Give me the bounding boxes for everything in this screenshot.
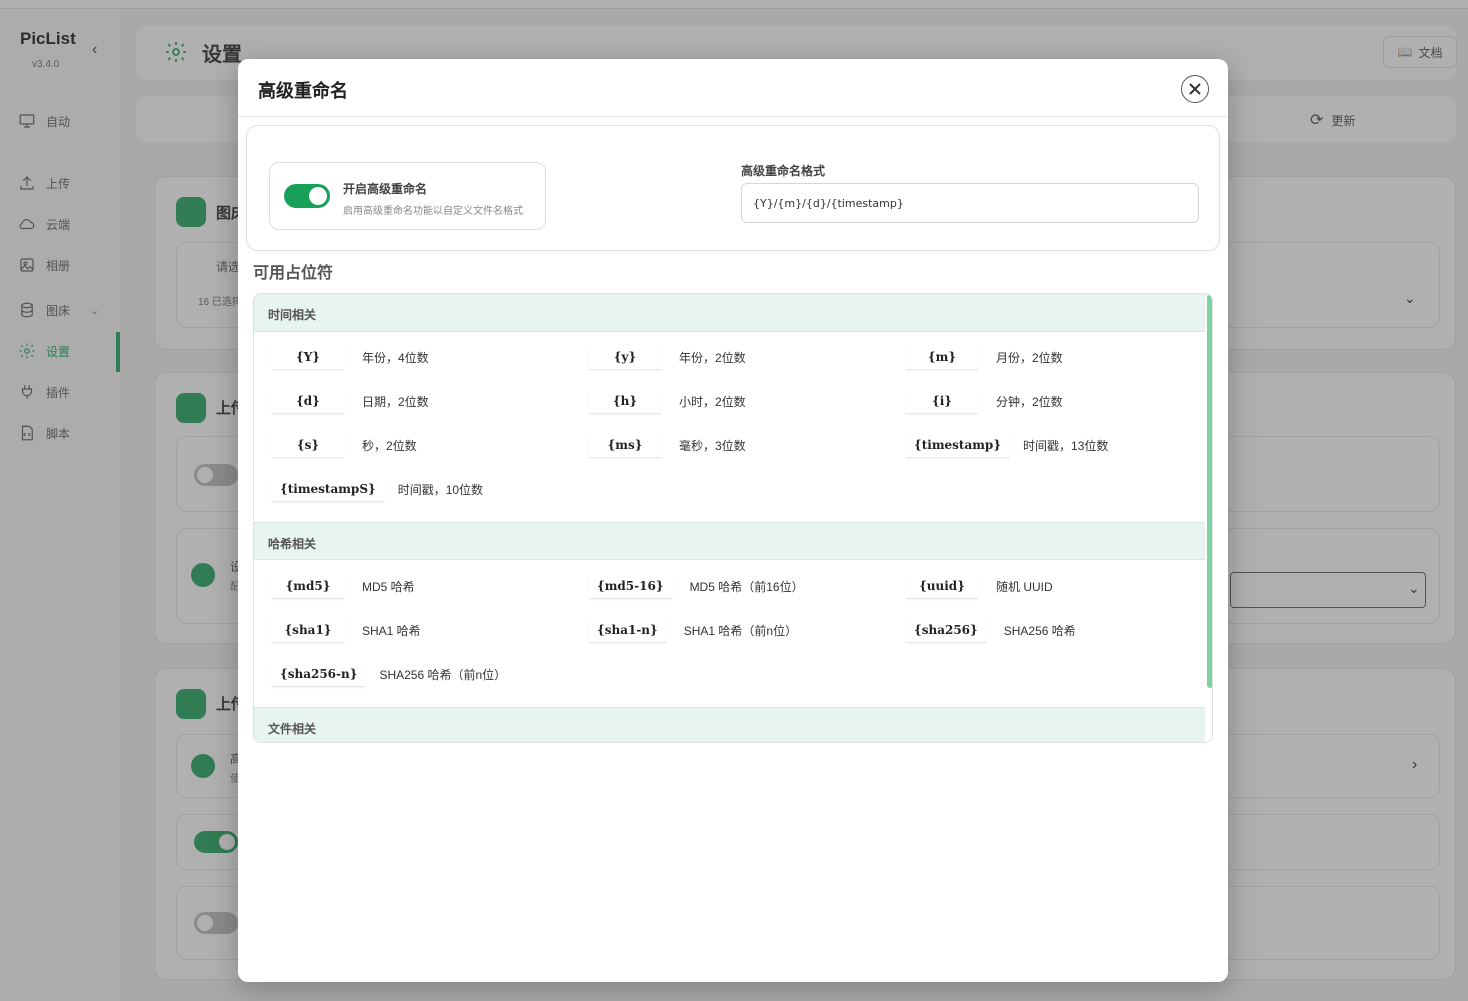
placeholder-desc: SHA256 哈希 — [1003, 624, 1076, 638]
placeholder-code[interactable]: {d} — [272, 389, 344, 414]
placeholder-item[interactable]: {ms} 毫秒，3位数 — [589, 433, 746, 458]
group-header-time: 时间相关 — [254, 294, 1205, 332]
placeholder-item[interactable]: {timestampS} 时间戳，10位数 — [272, 477, 483, 502]
placeholder-code[interactable]: {ms} — [589, 433, 661, 458]
group-header-hash: 哈希相关 — [254, 522, 1205, 560]
placeholder-code[interactable]: {uuid} — [906, 574, 978, 599]
placeholder-code[interactable]: {sha256} — [906, 618, 986, 643]
placeholder-desc: MD5 哈希 — [362, 580, 415, 594]
group-title: 时间相关 — [268, 308, 317, 322]
placeholder-item[interactable]: {sha256-n} SHA256 哈希（前n位） — [272, 662, 506, 687]
placeholder-desc: SHA1 哈希（前n位） — [683, 624, 798, 638]
placeholders-heading: 可用占位符 — [253, 265, 334, 282]
scrollbar[interactable] — [1207, 294, 1212, 688]
placeholder-desc: MD5 哈希（前16位） — [689, 580, 804, 594]
group-title: 哈希相关 — [268, 537, 317, 551]
dialog-header: 高级重命名 — [238, 59, 1228, 117]
placeholder-item[interactable]: {h} 小时，2位数 — [589, 389, 746, 414]
placeholder-code[interactable]: {timestamp} — [906, 433, 1010, 458]
placeholder-code[interactable]: {m} — [906, 345, 978, 370]
placeholder-item[interactable]: {sha1-n} SHA1 哈希（前n位） — [589, 618, 797, 643]
enable-rename-toggle[interactable] — [284, 184, 330, 208]
placeholder-item[interactable]: {s} 秒，2位数 — [272, 433, 417, 458]
placeholder-desc: 年份，4位数 — [362, 351, 429, 365]
placeholder-desc: 日期，2位数 — [362, 395, 429, 409]
rename-format-input[interactable] — [741, 183, 1199, 223]
group-title: 文件相关 — [268, 722, 317, 736]
placeholder-item[interactable]: {d} 日期，2位数 — [272, 389, 429, 414]
placeholder-code[interactable]: {i} — [906, 389, 978, 414]
close-icon — [1189, 83, 1201, 95]
placeholder-desc: 时间戳，10位数 — [397, 483, 484, 497]
placeholder-code[interactable]: {s} — [272, 433, 344, 458]
placeholder-item[interactable]: {m} 月份，2位数 — [906, 345, 1063, 370]
placeholder-desc: SHA256 哈希（前n位） — [379, 668, 507, 682]
placeholder-item[interactable]: {uuid} 随机 UUID — [906, 574, 1053, 599]
placeholder-code[interactable]: {md5} — [272, 574, 344, 599]
placeholder-desc: SHA1 哈希 — [362, 624, 421, 638]
placeholder-code[interactable]: {y} — [589, 345, 661, 370]
placeholders-panel: 时间相关 {Y} 年份，4位数 {y} 年份，2位数 {m} 月份，2位数 {d… — [253, 293, 1213, 743]
placeholder-code[interactable]: {Y} — [272, 345, 344, 370]
format-label: 高级重命名格式 — [741, 164, 826, 178]
placeholder-item[interactable]: {md5} MD5 哈希 — [272, 574, 415, 599]
enable-rename-label: 开启高级重命名 — [343, 182, 428, 196]
placeholder-item[interactable]: {sha1} SHA1 哈希 — [272, 618, 421, 643]
placeholder-item[interactable]: {y} 年份，2位数 — [589, 345, 746, 370]
placeholder-code[interactable]: {h} — [589, 389, 661, 414]
placeholder-item[interactable]: {i} 分钟，2位数 — [906, 389, 1063, 414]
placeholder-code[interactable]: {timestampS} — [272, 477, 384, 502]
placeholder-desc: 秒，2位数 — [362, 439, 417, 453]
close-button[interactable] — [1181, 75, 1209, 103]
placeholder-item[interactable]: {Y} 年份，4位数 — [272, 345, 429, 370]
placeholder-desc: 毫秒，3位数 — [679, 439, 746, 453]
placeholder-item[interactable]: {md5-16} MD5 哈希（前16位） — [589, 574, 804, 599]
placeholder-code[interactable]: {sha1-n} — [589, 618, 666, 643]
placeholder-code[interactable]: {sha1} — [272, 618, 344, 643]
placeholder-desc: 小时，2位数 — [679, 395, 746, 409]
placeholder-desc: 月份，2位数 — [996, 351, 1063, 365]
placeholder-code[interactable]: {sha256-n} — [272, 662, 366, 687]
placeholder-desc: 随机 UUID — [996, 580, 1053, 594]
placeholder-item[interactable]: {timestamp} 时间戳，13位数 — [906, 433, 1108, 458]
placeholder-desc: 分钟，2位数 — [996, 395, 1063, 409]
enable-rename-description: 启用高级重命名功能以自定义文件名格式 — [343, 206, 523, 217]
placeholder-item[interactable]: {sha256} SHA256 哈希 — [906, 618, 1076, 643]
placeholder-desc: 年份，2位数 — [679, 351, 746, 365]
dialog-title: 高级重命名 — [258, 81, 348, 101]
group-header-file: 文件相关 — [254, 707, 1205, 742]
placeholder-desc: 时间戳，13位数 — [1023, 439, 1109, 453]
rename-settings-card: 开启高级重命名 启用高级重命名功能以自定义文件名格式 高级重命名格式 — [246, 125, 1220, 251]
placeholder-code[interactable]: {md5-16} — [589, 574, 672, 599]
enable-rename-card: 开启高级重命名 启用高级重命名功能以自定义文件名格式 — [269, 162, 546, 230]
advanced-rename-dialog: 高级重命名 开启高级重命名 启用高级重命名功能以自定义文件名格式 高级重命名格式… — [238, 59, 1228, 982]
